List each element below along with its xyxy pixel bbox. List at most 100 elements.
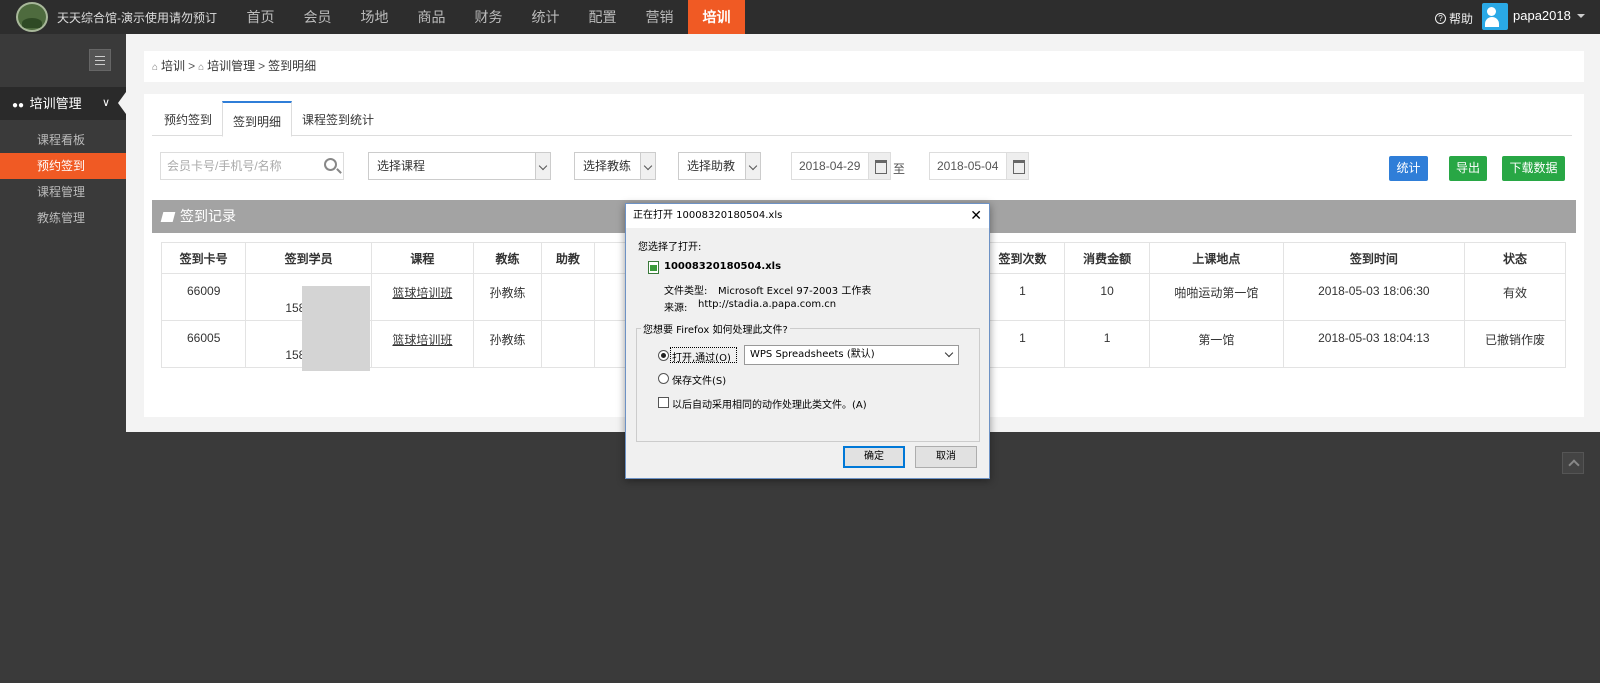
cell-amount: 10 <box>1064 273 1151 321</box>
download-button[interactable]: 下载数据 <box>1502 156 1565 181</box>
ok-button[interactable]: 确定 <box>843 446 905 468</box>
breadcrumb-current: 签到明细 <box>268 59 317 73</box>
sidebar-item-booking-checkin[interactable]: 预约签到 <box>0 153 126 179</box>
brand-title: 天天综合馆-演示使用请勿预订 <box>57 11 217 25</box>
top-bar: 天天综合馆-演示使用请勿预订 首页 会员 场地 商品 财务 统计 配置 营销 培… <box>0 0 1600 34</box>
sidebar-item-course-board[interactable]: 课程看板 <box>0 127 126 153</box>
app-select-value: WPS Spreadsheets (默认) <box>750 349 875 360</box>
close-icon[interactable]: ✕ <box>970 204 982 228</box>
sidebar-item-coach-manage[interactable]: 教练管理 <box>0 205 126 231</box>
username[interactable]: papa2018 <box>1513 8 1571 23</box>
source-label: 来源: <box>664 303 688 314</box>
nav-member[interactable]: 会员 <box>289 0 346 34</box>
date-to-field[interactable]: 2018-05-04 <box>929 152 1029 180</box>
nav-config[interactable]: 配置 <box>574 0 631 34</box>
help-label: 帮助 <box>1449 12 1474 26</box>
date-from-field[interactable]: 2018-04-29 <box>791 152 891 180</box>
breadcrumb-training[interactable]: 培训 <box>161 59 185 73</box>
col-course: 课程 <box>370 242 474 274</box>
help-link[interactable]: ? 帮助 <box>1435 10 1473 27</box>
col-count: 签到次数 <box>979 242 1066 274</box>
assistant-select[interactable]: 选择助教 <box>678 152 761 180</box>
col-card: 签到卡号 <box>160 242 247 274</box>
privacy-mask <box>302 286 370 371</box>
stats-button[interactable]: 统计 <box>1389 156 1428 181</box>
search-box <box>160 152 344 180</box>
tags-icon <box>160 212 176 222</box>
search-icon[interactable] <box>324 158 337 171</box>
cell-count: 1 <box>979 320 1066 368</box>
calendar-icon[interactable] <box>1006 153 1028 179</box>
breadcrumb-training-manage[interactable]: 培训管理 <box>207 59 255 73</box>
cell-count: 1 <box>979 273 1066 321</box>
nav-stats[interactable]: 统计 <box>517 0 574 34</box>
cell-assistant <box>541 320 595 368</box>
dialog-titlebar: 正在打开 10008320180504.xls ✕ <box>626 204 989 228</box>
cell-assistant <box>541 273 595 321</box>
cell-time: 2018-05-03 18:04:13 <box>1282 320 1466 368</box>
scroll-top-button[interactable] <box>1562 452 1584 474</box>
sidebar-group-label: 培训管理 <box>29 96 82 111</box>
cell-amount: 1 <box>1064 320 1151 368</box>
assistant-select-value: 选择助教 <box>687 159 736 173</box>
cell-course-link[interactable]: 篮球培训班 <box>370 273 474 321</box>
nav-marketing[interactable]: 营销 <box>631 0 688 34</box>
main-nav: 首页 会员 场地 商品 财务 统计 配置 营销 培训 <box>232 0 745 34</box>
tab-bar: 预约签到 签到明细 课程签到统计 <box>152 101 1572 137</box>
date-from-value: 2018-04-29 <box>799 159 861 173</box>
cell-status: 有效 <box>1464 273 1566 321</box>
auto-action-checkbox[interactable] <box>658 397 669 408</box>
coach-select-value: 选择教练 <box>583 159 632 173</box>
open-with-radio[interactable] <box>658 350 669 361</box>
auto-action-label[interactable]: 以后自动采用相同的动作处理此类文件。(A) <box>672 396 867 411</box>
cell-course-link[interactable]: 篮球培训班 <box>370 320 474 368</box>
sidebar-pointer <box>118 92 126 114</box>
logo[interactable] <box>16 2 48 32</box>
dialog-intro: 您选择了打开: <box>638 242 702 253</box>
nav-finance[interactable]: 财务 <box>460 0 517 34</box>
chevron-down-icon: ∨ <box>102 97 111 109</box>
open-file-dialog: 正在打开 10008320180504.xls ✕ 您选择了打开: 100083… <box>625 203 990 479</box>
cell-card: 66005 <box>160 320 247 368</box>
cancel-button[interactable]: 取消 <box>915 446 977 468</box>
nav-venue[interactable]: 场地 <box>346 0 403 34</box>
section-title: 签到记录 <box>180 208 236 224</box>
cell-coach: 孙教练 <box>472 320 543 368</box>
tab-course-stats[interactable]: 课程签到统计 <box>292 101 384 136</box>
tab-checkin-detail[interactable]: 签到明细 <box>222 101 293 137</box>
open-with-label[interactable]: 打开,通过(O) <box>672 349 731 364</box>
course-select[interactable]: 选择课程 <box>368 152 551 180</box>
save-file-radio[interactable] <box>658 373 669 384</box>
save-file-label[interactable]: 保存文件(S) <box>672 372 726 387</box>
dialog-filename: 10008320180504.xls <box>664 261 782 272</box>
col-coach: 教练 <box>472 242 543 274</box>
cell-coach: 孙教练 <box>472 273 543 321</box>
file-type-value: Microsoft Excel 97-2003 工作表 <box>718 286 872 297</box>
home-icon: ⌂ <box>152 62 159 73</box>
sidebar: ●● 培训管理 ∨ 课程看板 预约签到 课程管理 教练管理 <box>0 34 126 432</box>
menu-toggle-button[interactable] <box>89 49 111 71</box>
chevron-down-icon <box>745 153 760 179</box>
search-input[interactable] <box>161 153 311 179</box>
caret-down-icon[interactable] <box>1577 14 1585 18</box>
cubes-icon: ●● <box>12 100 25 111</box>
sidebar-item-course-manage[interactable]: 课程管理 <box>0 179 126 205</box>
question-icon: ? <box>1435 13 1446 24</box>
calendar-icon[interactable] <box>868 153 890 179</box>
excel-file-icon <box>648 261 659 274</box>
export-button[interactable]: 导出 <box>1449 156 1487 181</box>
date-separator: 至 <box>893 162 906 176</box>
app-select[interactable]: WPS Spreadsheets (默认) <box>744 345 959 365</box>
file-type-label: 文件类型: <box>664 286 708 297</box>
user-avatar-icon[interactable] <box>1482 3 1508 30</box>
cell-card: 66009 <box>160 273 247 321</box>
nav-training[interactable]: 培训 <box>688 0 745 34</box>
coach-select[interactable]: 选择教练 <box>574 152 656 180</box>
nav-goods[interactable]: 商品 <box>403 0 460 34</box>
col-time: 签到时间 <box>1282 242 1466 274</box>
sidebar-group-training[interactable]: ●● 培训管理 ∨ <box>0 87 126 120</box>
cell-location: 第一馆 <box>1149 320 1284 368</box>
tab-booking-checkin[interactable]: 预约签到 <box>154 101 222 136</box>
home-icon: ⌂ <box>198 62 205 73</box>
nav-home[interactable]: 首页 <box>232 0 289 34</box>
